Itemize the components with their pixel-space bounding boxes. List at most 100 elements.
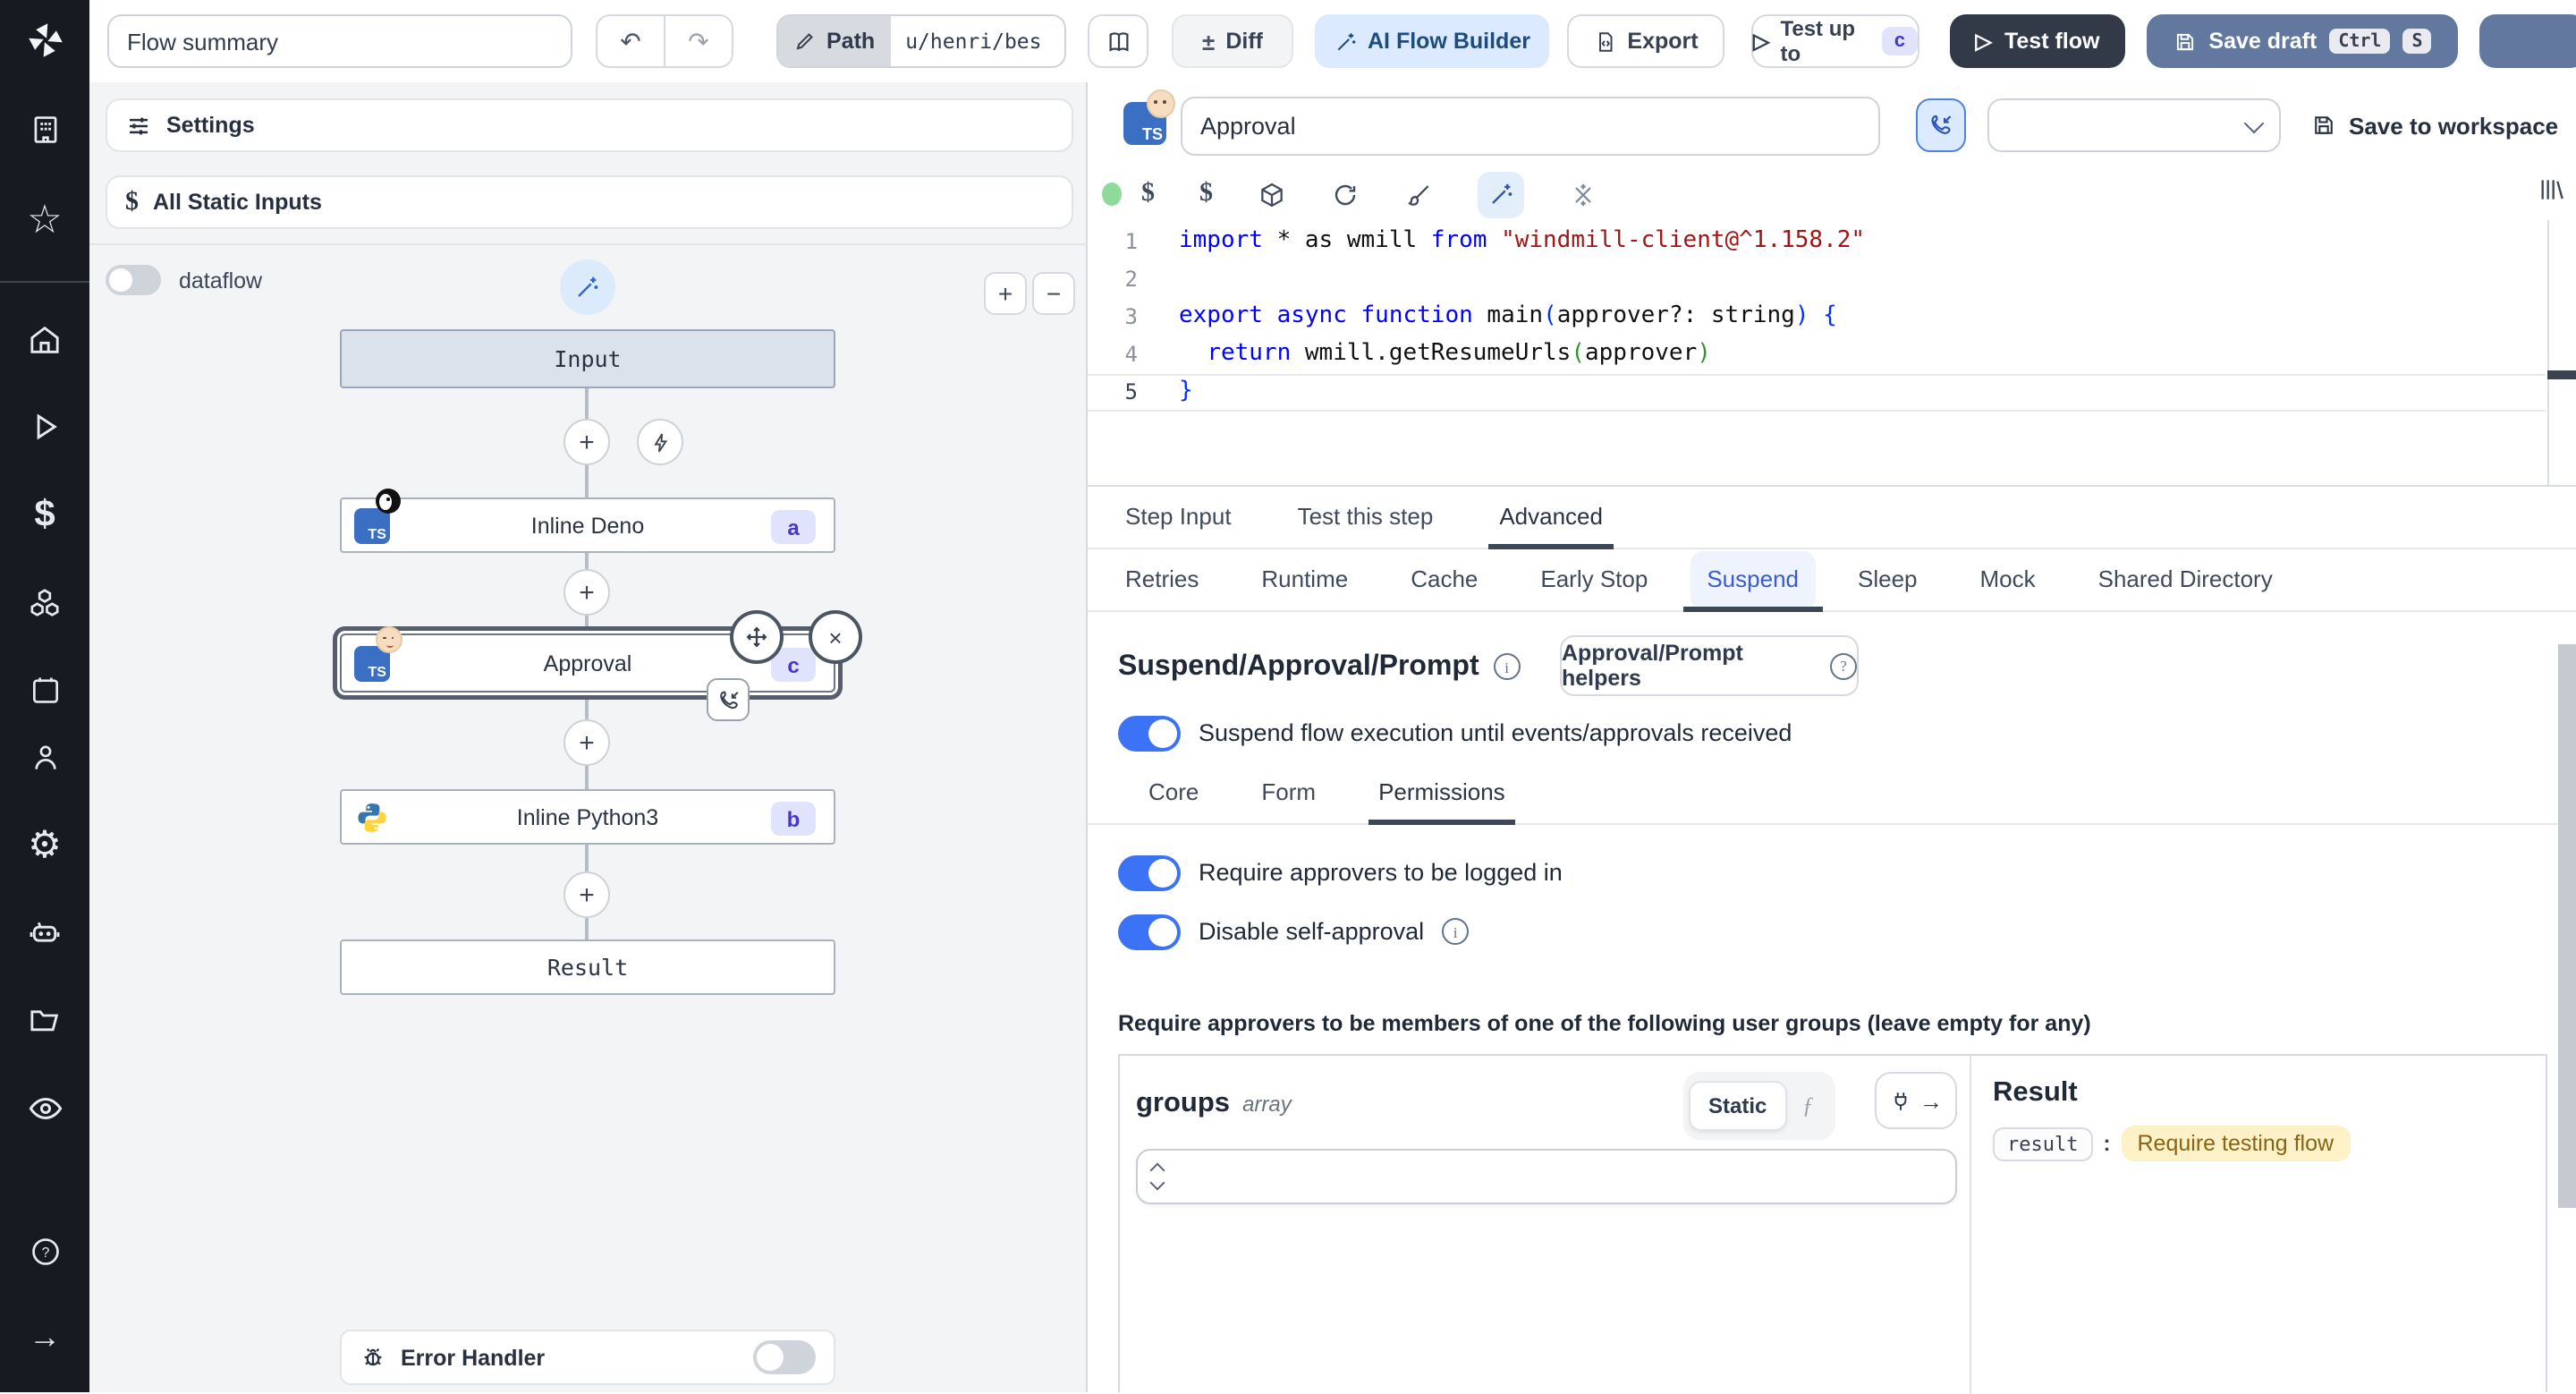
delete-step-button[interactable]: × bbox=[809, 610, 862, 664]
code-line-3[interactable]: 3 export async function main(approver?: s… bbox=[1088, 297, 2576, 335]
step-name-input[interactable] bbox=[1181, 97, 1880, 156]
flow-settings-label: Settings bbox=[166, 113, 255, 138]
suspend-form-tabs: Core Form Permissions bbox=[1088, 766, 2576, 825]
all-static-inputs-card[interactable]: $ All Static Inputs bbox=[106, 175, 1073, 229]
help-icon[interactable]: ? bbox=[0, 1217, 89, 1285]
resources-icon[interactable] bbox=[0, 568, 89, 636]
schedules-icon[interactable] bbox=[0, 656, 89, 724]
undo-button[interactable]: ↶ bbox=[597, 26, 664, 56]
docs-button[interactable] bbox=[1088, 14, 1148, 68]
result-key-chip[interactable]: result bbox=[1993, 1126, 2093, 1160]
tab-form[interactable]: Form bbox=[1258, 764, 1319, 823]
path-value[interactable]: u/henri/bes bbox=[891, 29, 1055, 54]
tab-advanced[interactable]: Advanced bbox=[1488, 489, 1614, 549]
add-step-button[interactable]: + bbox=[564, 871, 610, 918]
workspace-script-select[interactable] bbox=[1987, 98, 2281, 152]
result-value-pill[interactable]: Require testing flow bbox=[2121, 1126, 2351, 1161]
resource-picker-icon[interactable]: $ bbox=[1199, 179, 1213, 209]
variable-picker-icon[interactable]: $ bbox=[1141, 179, 1155, 209]
flow-node-result[interactable]: Result bbox=[340, 939, 835, 995]
suspend-phone-badge bbox=[707, 678, 750, 721]
flow-node-inline-deno[interactable]: TS Inline Deno a bbox=[340, 489, 835, 553]
tab-shared-directory[interactable]: Shared Directory bbox=[2095, 551, 2276, 610]
audit-logs-eye-icon[interactable] bbox=[0, 1074, 89, 1142]
workers-icon[interactable] bbox=[0, 899, 89, 967]
ai-flow-builder-button[interactable]: AI Flow Builder bbox=[1315, 14, 1549, 68]
error-handler-bar[interactable]: Error Handler bbox=[340, 1330, 835, 1385]
diff-button[interactable]: ± Diff bbox=[1172, 14, 1293, 68]
tab-suspend[interactable]: Suspend bbox=[1683, 551, 1823, 612]
code-line-4[interactable]: 4 return wmill.getResumeUrls(approver) bbox=[1088, 335, 2576, 372]
kbd-s: S bbox=[2402, 29, 2432, 54]
connect-input-button[interactable]: → bbox=[1875, 1072, 1957, 1129]
users-icon[interactable] bbox=[0, 724, 89, 792]
redo-button[interactable]: ↷ bbox=[665, 26, 732, 56]
tab-test-this-step[interactable]: Test this step bbox=[1294, 489, 1437, 548]
tab-permissions[interactable]: Permissions bbox=[1368, 764, 1516, 825]
tab-sleep[interactable]: Sleep bbox=[1854, 551, 1921, 610]
workspace-icon[interactable] bbox=[0, 97, 89, 165]
code-line-2[interactable]: 2 bbox=[1088, 259, 2576, 297]
code-line-1[interactable]: 1 import * as wmill from "windmill-client… bbox=[1088, 222, 2576, 259]
add-trigger-button[interactable] bbox=[637, 419, 683, 465]
bolt-icon bbox=[653, 432, 667, 452]
flow-node-input[interactable]: Input bbox=[340, 329, 835, 388]
test-up-to-button[interactable]: ▷ Test up to c bbox=[1751, 14, 1919, 68]
suspend-toggle[interactable] bbox=[1118, 715, 1181, 751]
settings-gear-icon[interactable]: ⚙ bbox=[0, 812, 89, 880]
flow-settings-card[interactable]: Settings bbox=[106, 98, 1073, 152]
error-handler-toggle[interactable] bbox=[753, 1340, 816, 1374]
groups-result-divider bbox=[1970, 1056, 1971, 1394]
tab-core[interactable]: Core bbox=[1145, 764, 1202, 823]
reload-icon[interactable] bbox=[1331, 180, 1360, 208]
add-step-button[interactable]: + bbox=[564, 419, 610, 465]
approval-prompt-helpers-button[interactable]: Approval/Prompt helpers ? bbox=[1560, 635, 1859, 696]
export-button[interactable]: Export bbox=[1567, 14, 1724, 68]
tab-early-stop[interactable]: Early Stop bbox=[1537, 551, 1651, 610]
tab-cache[interactable]: Cache bbox=[1407, 551, 1481, 610]
require-login-toggle[interactable] bbox=[1118, 854, 1181, 890]
code-editor[interactable]: 1 import * as wmill from "windmill-client… bbox=[1088, 220, 2576, 485]
flow-summary-input[interactable] bbox=[107, 14, 572, 68]
expand-rail-icon[interactable]: → bbox=[0, 1303, 89, 1371]
variables-icon[interactable]: $ bbox=[0, 480, 89, 548]
info-icon[interactable]: i bbox=[1493, 653, 1521, 680]
app-root: ☆ $ ⚙ ? → Flow summary ↶ ↷ Path u/henri/… bbox=[0, 0, 2576, 1394]
info-icon[interactable]: i bbox=[1442, 918, 1470, 945]
package-icon[interactable] bbox=[1258, 180, 1286, 208]
ai-edit-active[interactable] bbox=[1478, 171, 1524, 217]
home-icon[interactable] bbox=[0, 306, 89, 374]
folders-icon[interactable] bbox=[0, 987, 89, 1055]
add-step-button[interactable]: + bbox=[564, 569, 610, 616]
move-step-button[interactable] bbox=[730, 610, 784, 664]
tab-step-input[interactable]: Step Input bbox=[1122, 489, 1235, 548]
test-flow-button[interactable]: ▷ Test flow bbox=[1950, 14, 2125, 68]
deploy-button-partial[interactable] bbox=[2479, 14, 2576, 68]
static-toggle-button[interactable]: Static bbox=[1689, 1081, 1787, 1131]
dataflow-toggle[interactable] bbox=[106, 265, 161, 295]
zoom-in-button[interactable]: + bbox=[984, 272, 1027, 315]
path-button[interactable]: Path bbox=[778, 16, 892, 66]
scrollbar-track[interactable] bbox=[2558, 619, 2576, 1392]
ai-assistant-button[interactable] bbox=[560, 259, 615, 315]
javascript-toggle-button[interactable]: ƒ bbox=[1786, 1083, 1829, 1129]
zoom-out-button[interactable]: − bbox=[1032, 272, 1075, 315]
code-line-5[interactable]: 5} bbox=[1088, 372, 2576, 410]
library-icon[interactable] bbox=[2537, 175, 2565, 204]
scrollbar-thumb[interactable] bbox=[2558, 644, 2576, 1208]
groups-array-input[interactable] bbox=[1136, 1149, 1957, 1204]
tab-mock[interactable]: Mock bbox=[1977, 551, 2039, 610]
add-step-button[interactable]: + bbox=[564, 719, 610, 766]
windmill-logo-icon[interactable] bbox=[0, 0, 89, 82]
runs-icon[interactable] bbox=[0, 393, 89, 461]
save-draft-button[interactable]: Save draft Ctrl S bbox=[2147, 14, 2458, 68]
flow-node-inline-python3[interactable]: Inline Python3 b bbox=[340, 789, 835, 845]
suspend-settings-button[interactable] bbox=[1916, 98, 1966, 152]
ai-fix-icon[interactable] bbox=[1569, 180, 1597, 208]
tab-retries[interactable]: Retries bbox=[1122, 551, 1202, 610]
format-brush-icon[interactable] bbox=[1404, 180, 1433, 208]
disable-self-approval-toggle[interactable] bbox=[1118, 914, 1181, 949]
save-to-workspace-button[interactable]: Save to workspace bbox=[2311, 98, 2558, 152]
tab-runtime[interactable]: Runtime bbox=[1258, 551, 1352, 610]
favorites-icon[interactable]: ☆ bbox=[0, 186, 89, 254]
